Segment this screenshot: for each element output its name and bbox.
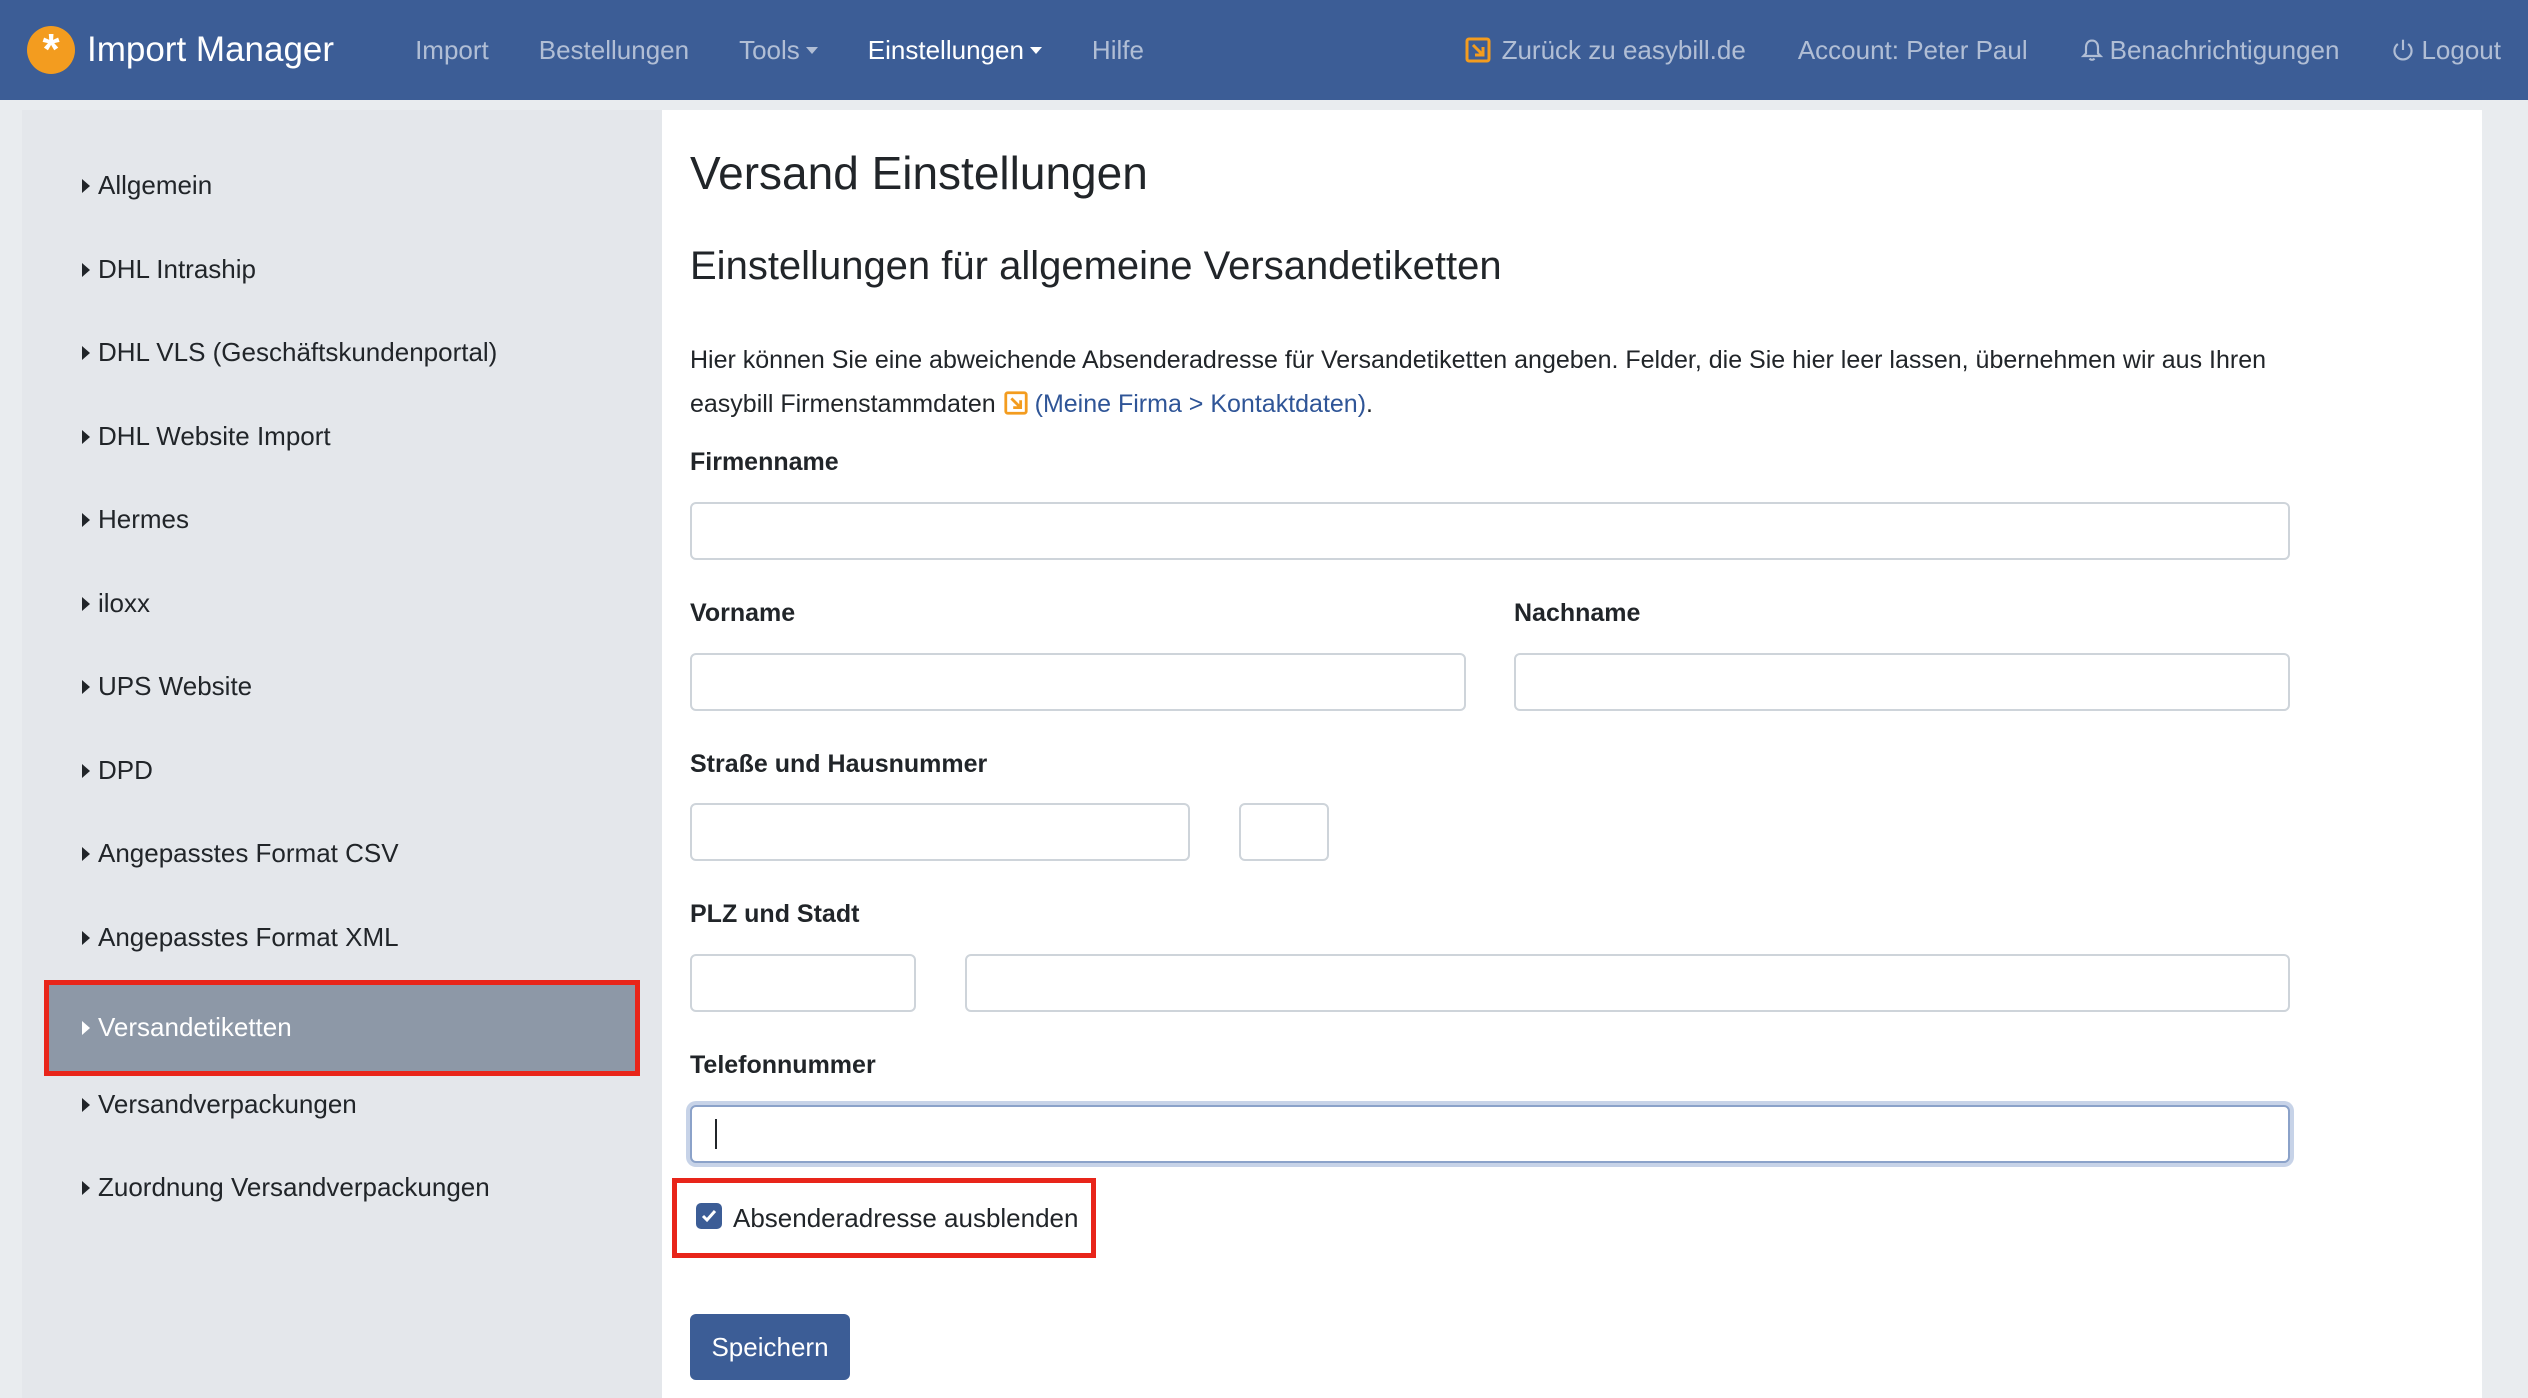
plz-input[interactable]	[690, 954, 916, 1012]
nav-bestellungen[interactable]: Bestellungen	[539, 35, 689, 66]
nav-import[interactable]: Import	[415, 35, 489, 66]
nav-right: Zurück zu easybill.de Account: Peter Pau…	[1412, 35, 2501, 66]
caret-right-icon	[82, 763, 90, 778]
logout-label: Logout	[2421, 34, 2501, 65]
sidebar-item-dpd[interactable]: DPD	[82, 755, 153, 786]
sidebar-item-versandetiketten[interactable]: Versandetiketten	[44, 980, 640, 1076]
account-link[interactable]: Account: Peter Paul	[1798, 35, 2028, 66]
notifications-label: Benachrichtigungen	[2109, 34, 2340, 65]
external-link-icon	[1465, 37, 1491, 63]
hide-sender-highlight: Absenderadresse ausblenden	[672, 1178, 1096, 1258]
nachname-input[interactable]	[1514, 653, 2290, 711]
caret-right-icon	[82, 345, 90, 360]
caret-right-icon	[82, 846, 90, 861]
brand[interactable]: * Import Manager	[27, 26, 334, 74]
telefon-label: Telefonnummer	[690, 1051, 876, 1079]
sidebar-item-dhl-website-import[interactable]: DHL Website Import	[82, 421, 331, 452]
sidebar-item-active: Versandetiketten	[82, 1012, 292, 1043]
description: Hier können Sie eine abweichende Absende…	[690, 338, 2330, 426]
back-link-label: Zurück zu easybill.de	[1501, 34, 1746, 65]
sidebar-item-ups-website[interactable]: UPS Website	[82, 671, 252, 702]
hide-sender-label[interactable]: Absenderadresse ausblenden	[733, 1203, 1078, 1234]
sidebar-item-label: DHL Intraship	[98, 254, 256, 284]
description-end: .	[1366, 390, 1373, 418]
sidebar-item-hermes[interactable]: Hermes	[82, 504, 189, 535]
sidebar-item-dhl-vls[interactable]: DHL VLS (Geschäftskundenportal)	[82, 337, 497, 368]
save-button[interactable]: Speichern	[690, 1314, 850, 1380]
plz-stadt-label: PLZ und Stadt	[690, 900, 860, 928]
nav-tools-dropdown[interactable]: Tools	[739, 35, 818, 66]
vorname-input[interactable]	[690, 653, 1466, 711]
sidebar-item-label: Hermes	[98, 504, 190, 534]
text-cursor	[715, 1119, 717, 1149]
nav-einstellungen-label: Einstellungen	[867, 34, 1024, 65]
power-icon	[2393, 39, 2414, 61]
asterisk-logo-icon: *	[27, 26, 75, 74]
sidebar-item-label: DPD	[98, 755, 153, 785]
sidebar-item-format-csv[interactable]: Angepasstes Format CSV	[82, 838, 399, 869]
sidebar-item-iloxx[interactable]: iloxx	[82, 588, 150, 619]
main-content: Versand Einstellungen Einstellungen für …	[662, 110, 2482, 1398]
page-title: Versand Einstellungen	[690, 147, 1148, 199]
firmenname-label: Firmenname	[690, 448, 839, 476]
sidebar-item-allgemein[interactable]: Allgemein	[82, 170, 212, 201]
top-navbar: * Import Manager Import Bestellungen Too…	[0, 0, 2528, 100]
stadt-input[interactable]	[965, 954, 2290, 1012]
nachname-label: Nachname	[1514, 599, 1641, 627]
vorname-label: Vorname	[690, 599, 796, 627]
sidebar-item-zuordnung[interactable]: Zuordnung Versandverpackungen	[82, 1172, 490, 1203]
caret-right-icon	[82, 1020, 90, 1035]
caret-right-icon	[82, 930, 90, 945]
logout-link[interactable]: Logout	[2391, 35, 2501, 66]
sidebar-item-label: Allgemein	[98, 170, 213, 200]
caret-right-icon	[82, 1180, 90, 1195]
sidebar-item-label: Versandetiketten	[98, 1012, 292, 1042]
caret-right-icon	[82, 596, 90, 611]
caret-down-icon	[1029, 46, 1042, 54]
caret-right-icon	[82, 1097, 90, 1112]
hausnummer-input[interactable]	[1239, 803, 1329, 861]
sidebar-item-label: Angepasstes Format XML	[98, 922, 399, 952]
nav-einstellungen-dropdown[interactable]: Einstellungen	[868, 35, 1042, 66]
nav-hilfe[interactable]: Hilfe	[1092, 35, 1144, 66]
bell-icon	[2080, 39, 2103, 61]
sidebar-item-label: Versandverpackungen	[98, 1089, 357, 1119]
sidebar-item-versandverpackungen[interactable]: Versandverpackungen	[82, 1089, 357, 1120]
firmenname-input[interactable]	[690, 502, 2290, 560]
company-contact-link[interactable]: (Meine Firma > Kontaktdaten)	[1035, 390, 1366, 418]
sidebar-item-label: UPS Website	[98, 671, 253, 701]
sidebar-item-format-xml[interactable]: Angepasstes Format XML	[82, 922, 399, 953]
settings-sidebar: Allgemein DHL Intraship DHL VLS (Geschäf…	[22, 110, 662, 1398]
section-title: Einstellungen für allgemeine Versandetik…	[690, 244, 1502, 288]
sidebar-item-label: Zuordnung Versandverpackungen	[98, 1172, 490, 1202]
back-to-easybill-link[interactable]: Zurück zu easybill.de	[1464, 35, 1746, 66]
caret-right-icon	[82, 679, 90, 694]
external-link-icon	[1004, 391, 1028, 415]
telefon-input[interactable]	[690, 1105, 2290, 1163]
sidebar-item-dhl-intraship[interactable]: DHL Intraship	[82, 254, 256, 285]
notifications-link[interactable]: Benachrichtigungen	[2080, 34, 2340, 66]
caret-down-icon	[805, 46, 818, 54]
caret-right-icon	[82, 178, 90, 193]
caret-right-icon	[82, 429, 90, 444]
caret-right-icon	[82, 512, 90, 527]
sidebar-item-label: iloxx	[98, 588, 151, 618]
sidebar-item-label: DHL VLS (Geschäftskundenportal)	[98, 337, 498, 367]
hide-sender-checkbox[interactable]	[696, 1203, 722, 1229]
check-icon	[701, 1210, 717, 1223]
caret-right-icon	[82, 262, 90, 277]
strasse-label: Straße und Hausnummer	[690, 750, 988, 778]
app-title: Import Manager	[87, 30, 335, 69]
nav-tools-label: Tools	[739, 34, 800, 65]
strasse-input[interactable]	[690, 803, 1190, 861]
description-text: Hier können Sie eine abweichende Absende…	[690, 346, 2267, 418]
sidebar-item-label: Angepasstes Format CSV	[98, 838, 399, 868]
sidebar-item-label: DHL Website Import	[98, 421, 331, 451]
